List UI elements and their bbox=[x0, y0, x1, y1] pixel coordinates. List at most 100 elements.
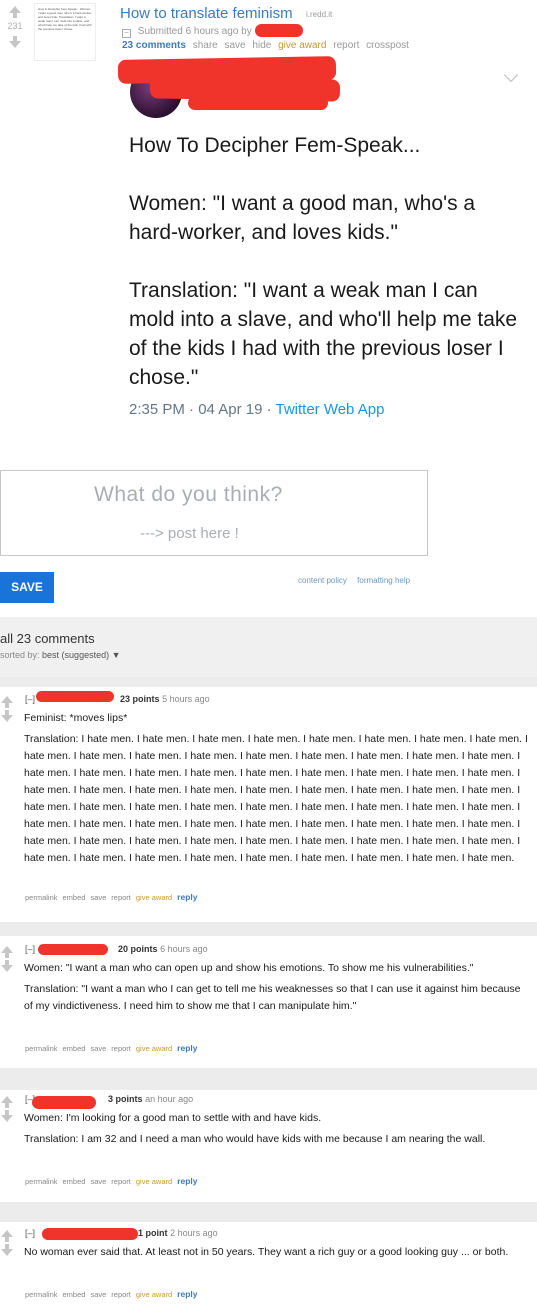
expando-icon[interactable]: – bbox=[122, 29, 131, 38]
embed-link[interactable]: embed bbox=[63, 1177, 86, 1186]
comment-points: 20 points bbox=[118, 944, 158, 954]
upvote-icon[interactable] bbox=[1, 946, 13, 958]
hide-link[interactable]: hide bbox=[252, 40, 271, 51]
embed-link[interactable]: embed bbox=[63, 1044, 86, 1053]
comment-body: No woman ever said that. At least not in… bbox=[24, 1244, 530, 1265]
collapse-toggle[interactable]: [–] bbox=[25, 1228, 35, 1238]
comment-paragraph: No woman ever said that. At least not in… bbox=[24, 1246, 509, 1258]
content-policy-link[interactable]: content policy bbox=[298, 576, 347, 585]
permalink-link[interactable]: permalink bbox=[25, 1044, 58, 1053]
sort-control[interactable]: sorted by: best (suggested) ▼ bbox=[0, 650, 121, 660]
embed-link[interactable]: embed bbox=[63, 893, 86, 902]
comment-paragraph: Translation: "I want a man who I can get… bbox=[24, 983, 521, 1012]
give-award-link[interactable]: give award bbox=[278, 40, 326, 51]
separator bbox=[0, 1202, 537, 1222]
comment-actions: permalink embed save report give award reply bbox=[25, 1176, 203, 1186]
comments-link[interactable]: 23 comments bbox=[122, 40, 186, 51]
thumbnail-text: How to Decipher Fem-Speak... Women: I wa… bbox=[38, 7, 92, 31]
sort-value[interactable]: best (suggested) ▼ bbox=[42, 650, 120, 660]
save-link[interactable]: save bbox=[90, 1290, 106, 1299]
reply-link[interactable]: reply bbox=[177, 1289, 197, 1299]
comment-prompt: What do you think? bbox=[94, 483, 283, 506]
save-link[interactable]: save bbox=[225, 40, 246, 51]
comment-paragraph: Translation: I am 32 and I need a man wh… bbox=[24, 1133, 486, 1145]
upvote-icon[interactable] bbox=[9, 6, 21, 18]
comment-points: 23 points bbox=[120, 694, 160, 704]
crosspost-link[interactable]: crosspost bbox=[366, 40, 409, 51]
comments-header bbox=[0, 617, 537, 677]
separator bbox=[0, 922, 537, 936]
report-link[interactable]: report bbox=[111, 893, 131, 902]
upvote-icon[interactable] bbox=[1, 696, 13, 708]
comment-actions: permalink embed save report give award reply bbox=[25, 1289, 203, 1299]
save-button[interactable]: SAVE bbox=[0, 572, 54, 603]
upvote-icon[interactable] bbox=[1, 1230, 13, 1242]
report-link[interactable]: report bbox=[333, 40, 359, 51]
separator bbox=[0, 1068, 537, 1090]
comment-body: Women: "I want a man who can open up and… bbox=[24, 960, 530, 1019]
comment-body: Feminist: *moves lips* Translation: I ha… bbox=[24, 710, 530, 871]
post-header: 231 How to Decipher Fem-Speak... Women: … bbox=[0, 0, 537, 61]
formatting-help-link[interactable]: formatting help bbox=[357, 576, 410, 585]
permalink-link[interactable]: permalink bbox=[25, 1290, 58, 1299]
save-link[interactable]: save bbox=[90, 1177, 106, 1186]
tweet-time-text: 2:35 PM · 04 Apr 19 · bbox=[129, 401, 276, 418]
comment-age: 6 hours ago bbox=[160, 944, 208, 954]
downvote-icon[interactable] bbox=[1, 1244, 13, 1256]
comment-body: Women: I'm looking for a good man to set… bbox=[24, 1110, 530, 1152]
redaction bbox=[36, 691, 114, 702]
redaction bbox=[42, 1228, 138, 1240]
comment-vote bbox=[0, 1230, 14, 1256]
upvote-icon[interactable] bbox=[1, 1096, 13, 1108]
share-link[interactable]: share bbox=[193, 40, 218, 51]
permalink-link[interactable]: permalink bbox=[25, 1177, 58, 1186]
give-award-link[interactable]: give award bbox=[136, 1044, 172, 1053]
post-vote: 231 bbox=[4, 6, 26, 48]
form-links: content policy formatting help bbox=[298, 576, 418, 585]
comment-age: 2 hours ago bbox=[170, 1228, 218, 1238]
give-award-link[interactable]: give award bbox=[136, 893, 172, 902]
post-domain[interactable]: i.redd.it bbox=[306, 10, 332, 19]
redaction bbox=[38, 944, 108, 955]
post-score: 231 bbox=[7, 21, 23, 31]
collapse-toggle[interactable]: [–] bbox=[25, 694, 35, 704]
comment-vote bbox=[0, 946, 14, 972]
reply-link[interactable]: reply bbox=[177, 1176, 197, 1186]
tweet-source: Twitter Web App bbox=[275, 401, 385, 418]
reply-link[interactable]: reply bbox=[177, 1043, 197, 1053]
report-link[interactable]: report bbox=[111, 1177, 131, 1186]
report-link[interactable]: report bbox=[111, 1290, 131, 1299]
comment-age: an hour ago bbox=[145, 1094, 194, 1104]
downvote-icon[interactable] bbox=[1, 960, 13, 972]
report-link[interactable]: report bbox=[111, 1044, 131, 1053]
comment-paragraph: Women: "I want a man who can open up and… bbox=[24, 962, 474, 974]
tweet-text: How To Decipher Fem-Speak... Women: "I w… bbox=[129, 134, 518, 389]
comment-points: 1 point bbox=[138, 1228, 168, 1238]
redaction bbox=[255, 24, 303, 37]
post-thumbnail[interactable]: How to Decipher Fem-Speak... Women: I wa… bbox=[34, 3, 96, 61]
reply-link[interactable]: reply bbox=[177, 892, 197, 902]
collapse-toggle[interactable]: [–] bbox=[25, 944, 35, 954]
downvote-icon[interactable] bbox=[1, 1110, 13, 1122]
comment: [–] 23 points 5 hours ago Feminist: *mov… bbox=[0, 690, 537, 920]
comment-actions: permalink embed save report give award reply bbox=[25, 1043, 203, 1053]
redaction bbox=[188, 96, 328, 110]
give-award-link[interactable]: give award bbox=[136, 1290, 172, 1299]
redaction bbox=[32, 1096, 96, 1109]
post-title[interactable]: How to translate feminism bbox=[120, 5, 293, 22]
comment-paragraph: Translation: I hate men. I hate men. I h… bbox=[24, 733, 528, 864]
submitted-text: Submitted 6 hours ago by bbox=[137, 26, 252, 37]
comment-actions: permalink embed save report give award reply bbox=[25, 892, 203, 902]
embed-link[interactable]: embed bbox=[63, 1290, 86, 1299]
comment-paragraph: Feminist: *moves lips* bbox=[24, 712, 128, 724]
comment-age: 5 hours ago bbox=[162, 694, 210, 704]
downvote-icon[interactable] bbox=[9, 36, 21, 48]
permalink-link[interactable]: permalink bbox=[25, 893, 58, 902]
give-award-link[interactable]: give award bbox=[136, 1177, 172, 1186]
downvote-icon[interactable] bbox=[1, 710, 13, 722]
save-link[interactable]: save bbox=[90, 893, 106, 902]
save-link[interactable]: save bbox=[90, 1044, 106, 1053]
separator bbox=[0, 677, 537, 687]
post-meta: – Submitted 6 hours ago by bbox=[122, 26, 252, 38]
sorted-label: sorted by: bbox=[0, 650, 40, 660]
